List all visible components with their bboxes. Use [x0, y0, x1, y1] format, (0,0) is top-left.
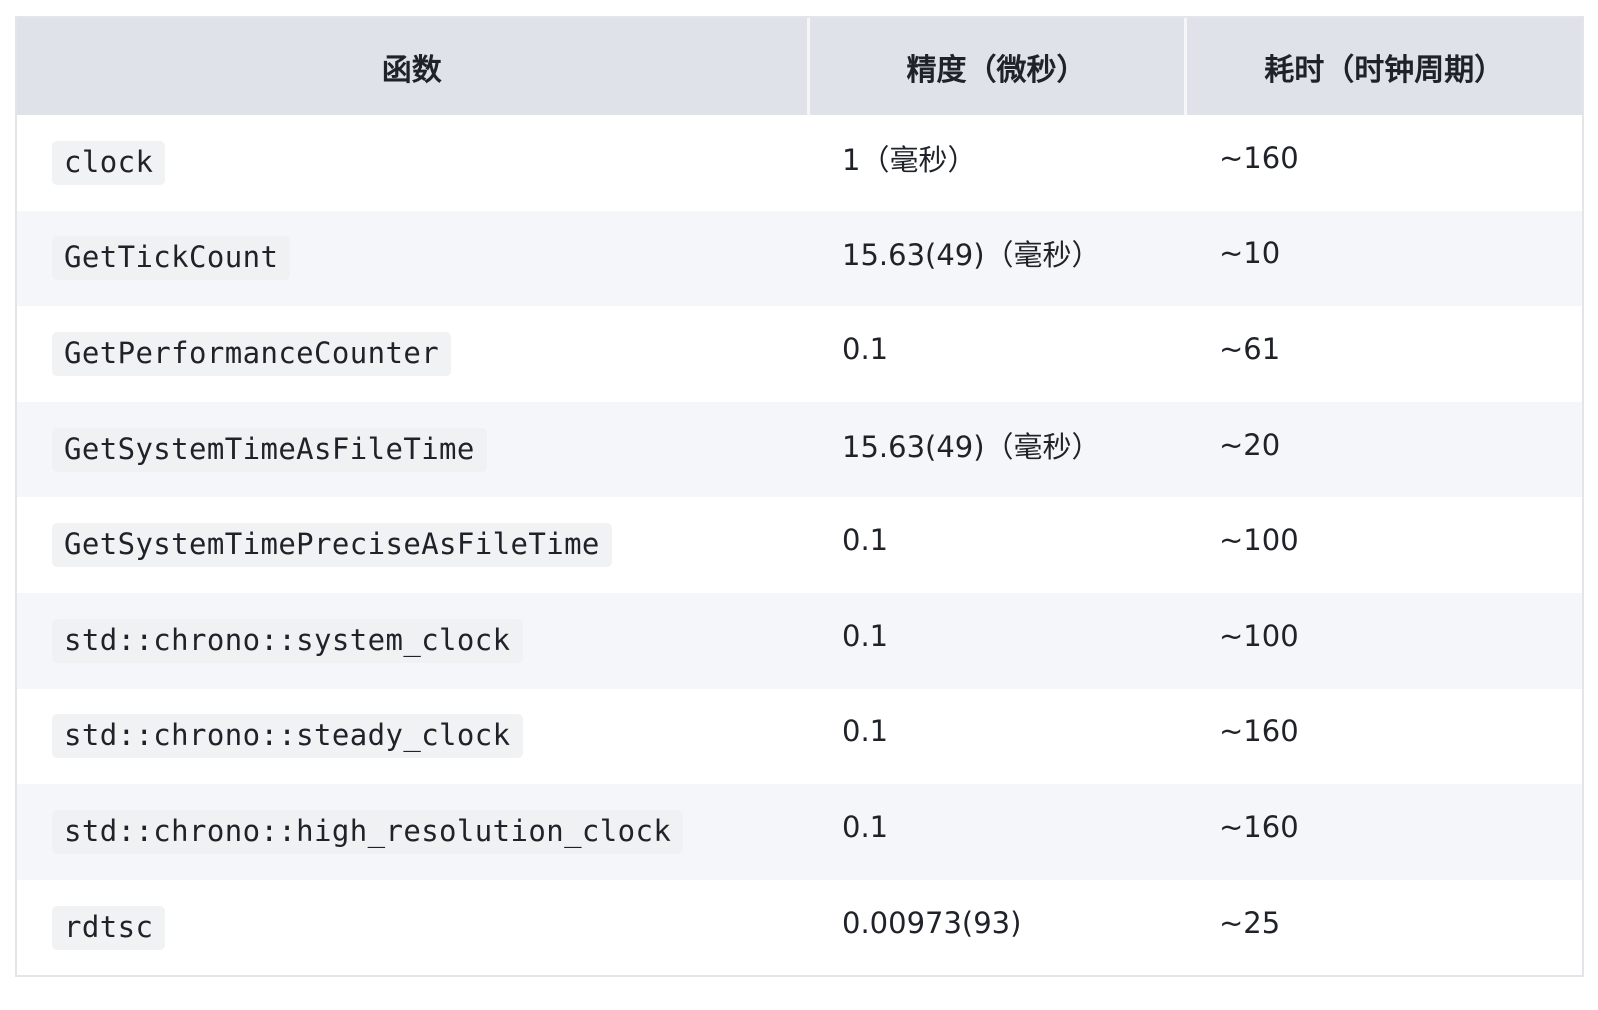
table-row: std::chrono::steady_clock 0.1 ~160	[17, 688, 1582, 785]
precision-value: 0.00973(93)	[842, 905, 1022, 940]
cost-value: ~10	[1219, 236, 1281, 271]
cost-value: ~61	[1219, 331, 1281, 366]
cost-cell: ~25	[1185, 880, 1582, 976]
cost-value: ~25	[1219, 905, 1281, 940]
precision-cell: 0.1	[808, 306, 1185, 402]
function-cell: std::chrono::steady_clock	[17, 689, 808, 785]
precision-value: 0.1	[842, 714, 889, 749]
table-row: std::chrono::high_resolution_clock 0.1 ~…	[17, 784, 1582, 880]
function-cell: GetSystemTimePreciseAsFileTime	[17, 497, 808, 593]
table-body: clock 1（毫秒） ~160 GetTickCount 15.63(49)（…	[17, 115, 1582, 976]
cost-cell: ~160	[1185, 115, 1582, 211]
function-code: rdtsc	[52, 905, 166, 950]
cost-value: ~160	[1219, 140, 1299, 175]
table-row: clock 1（毫秒） ~160	[17, 115, 1582, 211]
data-table: 函数 精度（微秒） 耗时（时钟周期） clock 1（毫秒） ~160 GetT…	[17, 18, 1582, 976]
table-row: std::chrono::system_clock 0.1 ~100	[17, 592, 1582, 689]
function-cell: GetSystemTimeAsFileTime	[17, 402, 808, 498]
precision-cell: 15.63(49)（毫秒）	[808, 211, 1185, 307]
header-cost: 耗时（时钟周期）	[1183, 18, 1582, 115]
table-header: 函数 精度（微秒） 耗时（时钟周期）	[17, 18, 1582, 115]
precision-value: 1（毫秒）	[842, 142, 977, 177]
precision-value: 15.63(49)（毫秒）	[842, 238, 1101, 273]
precision-cell: 0.1	[808, 784, 1185, 880]
precision-value: 0.1	[842, 618, 889, 653]
cost-value: ~100	[1219, 523, 1299, 558]
precision-cell: 0.00973(93)	[808, 880, 1185, 976]
precision-value: 15.63(49)（毫秒）	[842, 429, 1101, 464]
function-code: GetTickCount	[52, 236, 291, 281]
function-cell: clock	[17, 115, 808, 211]
precision-cell: 0.1	[808, 689, 1185, 785]
table-row: GetTickCount 15.63(49)（毫秒） ~10	[17, 210, 1582, 307]
function-cell: GetPerformanceCounter	[17, 306, 808, 402]
function-code: GetSystemTimeAsFileTime	[52, 427, 487, 472]
header-precision: 精度（微秒）	[806, 18, 1185, 115]
cost-cell: ~10	[1185, 211, 1582, 307]
cost-cell: ~100	[1185, 497, 1582, 593]
precision-cell: 1（毫秒）	[808, 115, 1185, 211]
cost-cell: ~160	[1185, 784, 1582, 880]
function-code: std::chrono::system_clock	[52, 618, 523, 663]
header-function: 函数	[381, 52, 442, 88]
function-cell: std::chrono::system_clock	[17, 593, 808, 689]
cost-value: ~160	[1219, 714, 1299, 749]
precision-cell: 15.63(49)（毫秒）	[808, 402, 1185, 498]
cost-cell: ~61	[1185, 306, 1582, 402]
cost-value: ~20	[1219, 427, 1281, 462]
cost-value: ~100	[1219, 618, 1299, 653]
function-code: std::chrono::steady_clock	[52, 714, 523, 759]
function-cell: std::chrono::high_resolution_clock	[17, 784, 808, 880]
table-row: GetSystemTimeAsFileTime 15.63(49)（毫秒） ~2…	[17, 401, 1582, 498]
function-cell: GetTickCount	[17, 211, 808, 307]
table-row: GetSystemTimePreciseAsFileTime 0.1 ~100	[17, 497, 1582, 593]
function-code: clock	[52, 140, 166, 185]
function-code: GetSystemTimePreciseAsFileTime	[52, 523, 612, 568]
cost-cell: ~20	[1185, 402, 1582, 498]
cost-cell: ~100	[1185, 593, 1582, 689]
precision-value: 0.1	[842, 809, 889, 844]
cost-cell: ~160	[1185, 689, 1582, 785]
precision-value: 0.1	[842, 331, 889, 366]
timing-functions-table: 函数 精度（微秒） 耗时（时钟周期） clock 1（毫秒） ~160 GetT…	[15, 16, 1584, 977]
table-row: GetPerformanceCounter 0.1 ~61	[17, 306, 1582, 402]
precision-value: 0.1	[842, 523, 889, 558]
cost-value: ~160	[1219, 809, 1299, 844]
function-code: GetPerformanceCounter	[52, 331, 452, 376]
precision-cell: 0.1	[808, 593, 1185, 689]
function-cell: rdtsc	[17, 880, 808, 976]
table-row: rdtsc 0.00973(93) ~25	[17, 879, 1582, 976]
precision-cell: 0.1	[808, 497, 1185, 593]
function-code: std::chrono::high_resolution_clock	[52, 809, 684, 854]
header-row: 函数 精度（微秒） 耗时（时钟周期）	[17, 18, 1582, 115]
